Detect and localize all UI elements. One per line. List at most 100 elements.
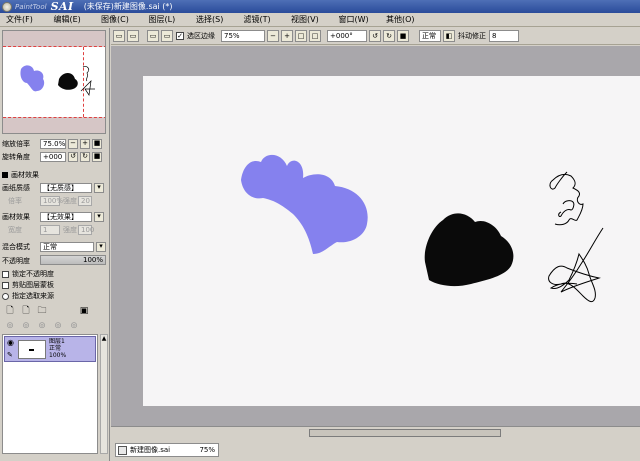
- app-logo: PaintTool SAI: [2, 0, 74, 13]
- menu-window[interactable]: 窗口(W): [333, 14, 381, 25]
- menu-filter[interactable]: 滤镜(T): [238, 14, 286, 25]
- rotate-cw-icon[interactable]: ↻: [383, 30, 395, 42]
- document-tab[interactable]: 新建图像.sai 75%: [115, 443, 219, 457]
- blue-blob: [241, 154, 368, 254]
- effect-label: 画材效果: [2, 212, 30, 221]
- layer-item[interactable]: ◉ ✎ 图层1 正常 100%: [4, 336, 96, 362]
- opacity-row: 不透明度: [2, 255, 40, 266]
- layer-buttons-row2: ⊚ ⊚ ⊚ ⊚ ⊚: [4, 320, 84, 332]
- clipping-mask-row[interactable]: 剪贴图层蒙板: [2, 280, 54, 290]
- rotate-row: 旋转角度 +000 ↺ ↻ ■: [2, 151, 102, 162]
- clipping-mask-checkbox[interactable]: [2, 281, 9, 289]
- selection-source-row[interactable]: 指定选取来源: [2, 291, 54, 301]
- layer-mode: 正常: [49, 345, 62, 352]
- stabilizer-label: 抖动修正: [458, 32, 486, 40]
- layer-name: 图层1: [49, 338, 65, 345]
- layer-list-scrollbar[interactable]: ▲: [100, 334, 108, 454]
- zoom-in-button[interactable]: +: [80, 138, 90, 149]
- zoom-label: 缩放倍率: [2, 139, 30, 148]
- rotate-reset-icon[interactable]: ■: [397, 30, 409, 42]
- merge-down-icon[interactable]: ⊚: [20, 320, 32, 332]
- zoom-out-button[interactable]: −: [68, 138, 78, 149]
- paper-strength-field: 20: [78, 195, 92, 206]
- layer-info: 图层1 正常 100%: [49, 338, 66, 359]
- window-title: (未保存)新建图像.sai (*): [83, 2, 173, 11]
- blend-mode-row: 混合模式 正常 ▾: [2, 241, 106, 252]
- lock-opacity-checkbox[interactable]: [2, 270, 9, 278]
- effect-dropdown-icon[interactable]: ▾: [94, 211, 104, 222]
- menu-view[interactable]: 视图(V): [285, 14, 333, 25]
- rotation-select[interactable]: +000°: [327, 30, 367, 42]
- rotate-label: 旋转角度: [2, 152, 30, 161]
- zoom-actual-icon[interactable]: □: [309, 30, 321, 42]
- zoom-plus-icon[interactable]: +: [281, 30, 293, 42]
- rotate-ccw-icon[interactable]: ↺: [369, 30, 381, 42]
- effect-width-label: 宽度: [8, 225, 22, 234]
- lock-opacity-row[interactable]: 锁定不透明度: [2, 269, 54, 279]
- delete-layer-icon[interactable]: ⊚: [52, 320, 64, 332]
- brush-icon: ✎: [7, 351, 13, 359]
- zoom-minus-icon[interactable]: −: [267, 30, 279, 42]
- selection-edge-checkbox[interactable]: ✓: [176, 32, 184, 40]
- status-bar: 新建图像.sai 75%: [111, 439, 640, 461]
- document-zoom: 75%: [199, 446, 215, 454]
- black-blob: [424, 213, 514, 287]
- layer-opacity: 100%: [49, 352, 67, 359]
- rotate-left-button[interactable]: ↺: [68, 151, 78, 162]
- duplicate-layer-icon[interactable]: ⊚: [68, 320, 80, 332]
- opacity-slider[interactable]: 100%: [40, 255, 106, 265]
- deselect-icon[interactable]: ▭: [127, 30, 139, 42]
- rotate-field[interactable]: +000: [40, 151, 66, 162]
- menu-file[interactable]: 文件(F): [0, 14, 48, 25]
- navigator-preview[interactable]: [2, 30, 106, 134]
- scroll-up-icon[interactable]: ▲: [101, 335, 107, 343]
- new-folder-icon[interactable]: 🗀: [36, 305, 48, 317]
- scribble-lower: [548, 227, 604, 303]
- zoom-field[interactable]: 75.0%: [40, 138, 66, 149]
- document-name: 新建图像.sai: [130, 446, 171, 454]
- texture-section-header[interactable]: 画材效果: [2, 170, 39, 180]
- eye-icon[interactable]: ◉: [7, 339, 15, 347]
- effect-select[interactable]: 【无效果】: [40, 211, 92, 222]
- title-bar: PaintTool SAI (未保存)新建图像.sai (*): [0, 0, 640, 13]
- invert-selection-icon[interactable]: ▭: [147, 30, 159, 42]
- canvas-area[interactable]: [111, 46, 640, 426]
- rotate-reset-button[interactable]: ■: [92, 151, 102, 162]
- zoom-fit-icon[interactable]: □: [295, 30, 307, 42]
- logo-name: SAI: [50, 0, 74, 13]
- select-all-icon[interactable]: ▭: [113, 30, 125, 42]
- menu-layer[interactable]: 图层(L): [143, 14, 191, 25]
- new-linked-layer-icon[interactable]: 🗋: [20, 305, 32, 317]
- menu-canvas[interactable]: 图像(C): [95, 14, 143, 25]
- clear-layer-icon[interactable]: ⊚: [36, 320, 48, 332]
- layer-mask-icon[interactable]: ▣: [78, 305, 90, 317]
- rotate-right-button[interactable]: ↻: [80, 151, 90, 162]
- section-square-icon: [2, 172, 8, 178]
- scroll-thumb[interactable]: [309, 429, 501, 437]
- selection-tool-icon[interactable]: ▭: [161, 30, 173, 42]
- transfer-down-icon[interactable]: ⊚: [4, 320, 16, 332]
- menu-edit[interactable]: 编辑(E): [48, 14, 96, 25]
- menu-selection[interactable]: 选择(S): [190, 14, 238, 25]
- canvas-paper[interactable]: [143, 76, 640, 406]
- navigator-thumbnail: [20, 65, 95, 96]
- paper-scale-label: 倍率: [8, 196, 22, 205]
- blend-mode-dropdown-icon[interactable]: ▾: [96, 241, 106, 252]
- paper-texture-select[interactable]: 【无质感】: [40, 182, 92, 193]
- left-panel: 缩放倍率 75.0% − + ■ 旋转角度 +000 ↺ ↻ ■ 画材效果 画纸…: [0, 28, 110, 461]
- layer-list: ◉ ✎ 图层1 正常 100%: [2, 334, 98, 454]
- paper-texture-dropdown-icon[interactable]: ▾: [94, 182, 104, 193]
- menu-others[interactable]: 其他(O): [380, 14, 428, 25]
- stabilizer-select[interactable]: 8: [489, 30, 519, 42]
- canvas-horizontal-scrollbar[interactable]: [111, 426, 640, 438]
- flip-icon[interactable]: ◧: [443, 30, 455, 42]
- effect-strength-label: 强度: [63, 225, 77, 234]
- zoom-select[interactable]: 75%: [221, 30, 265, 42]
- effect-sub-row: 宽度 1 强度 100: [2, 224, 94, 235]
- mode-select[interactable]: 正常: [419, 30, 441, 42]
- blend-mode-select[interactable]: 正常: [40, 241, 94, 252]
- selection-source-radio[interactable]: [2, 292, 9, 300]
- canvas-drawing: [241, 154, 604, 303]
- new-layer-icon[interactable]: 🗋: [4, 305, 16, 317]
- zoom-reset-button[interactable]: ■: [92, 138, 102, 149]
